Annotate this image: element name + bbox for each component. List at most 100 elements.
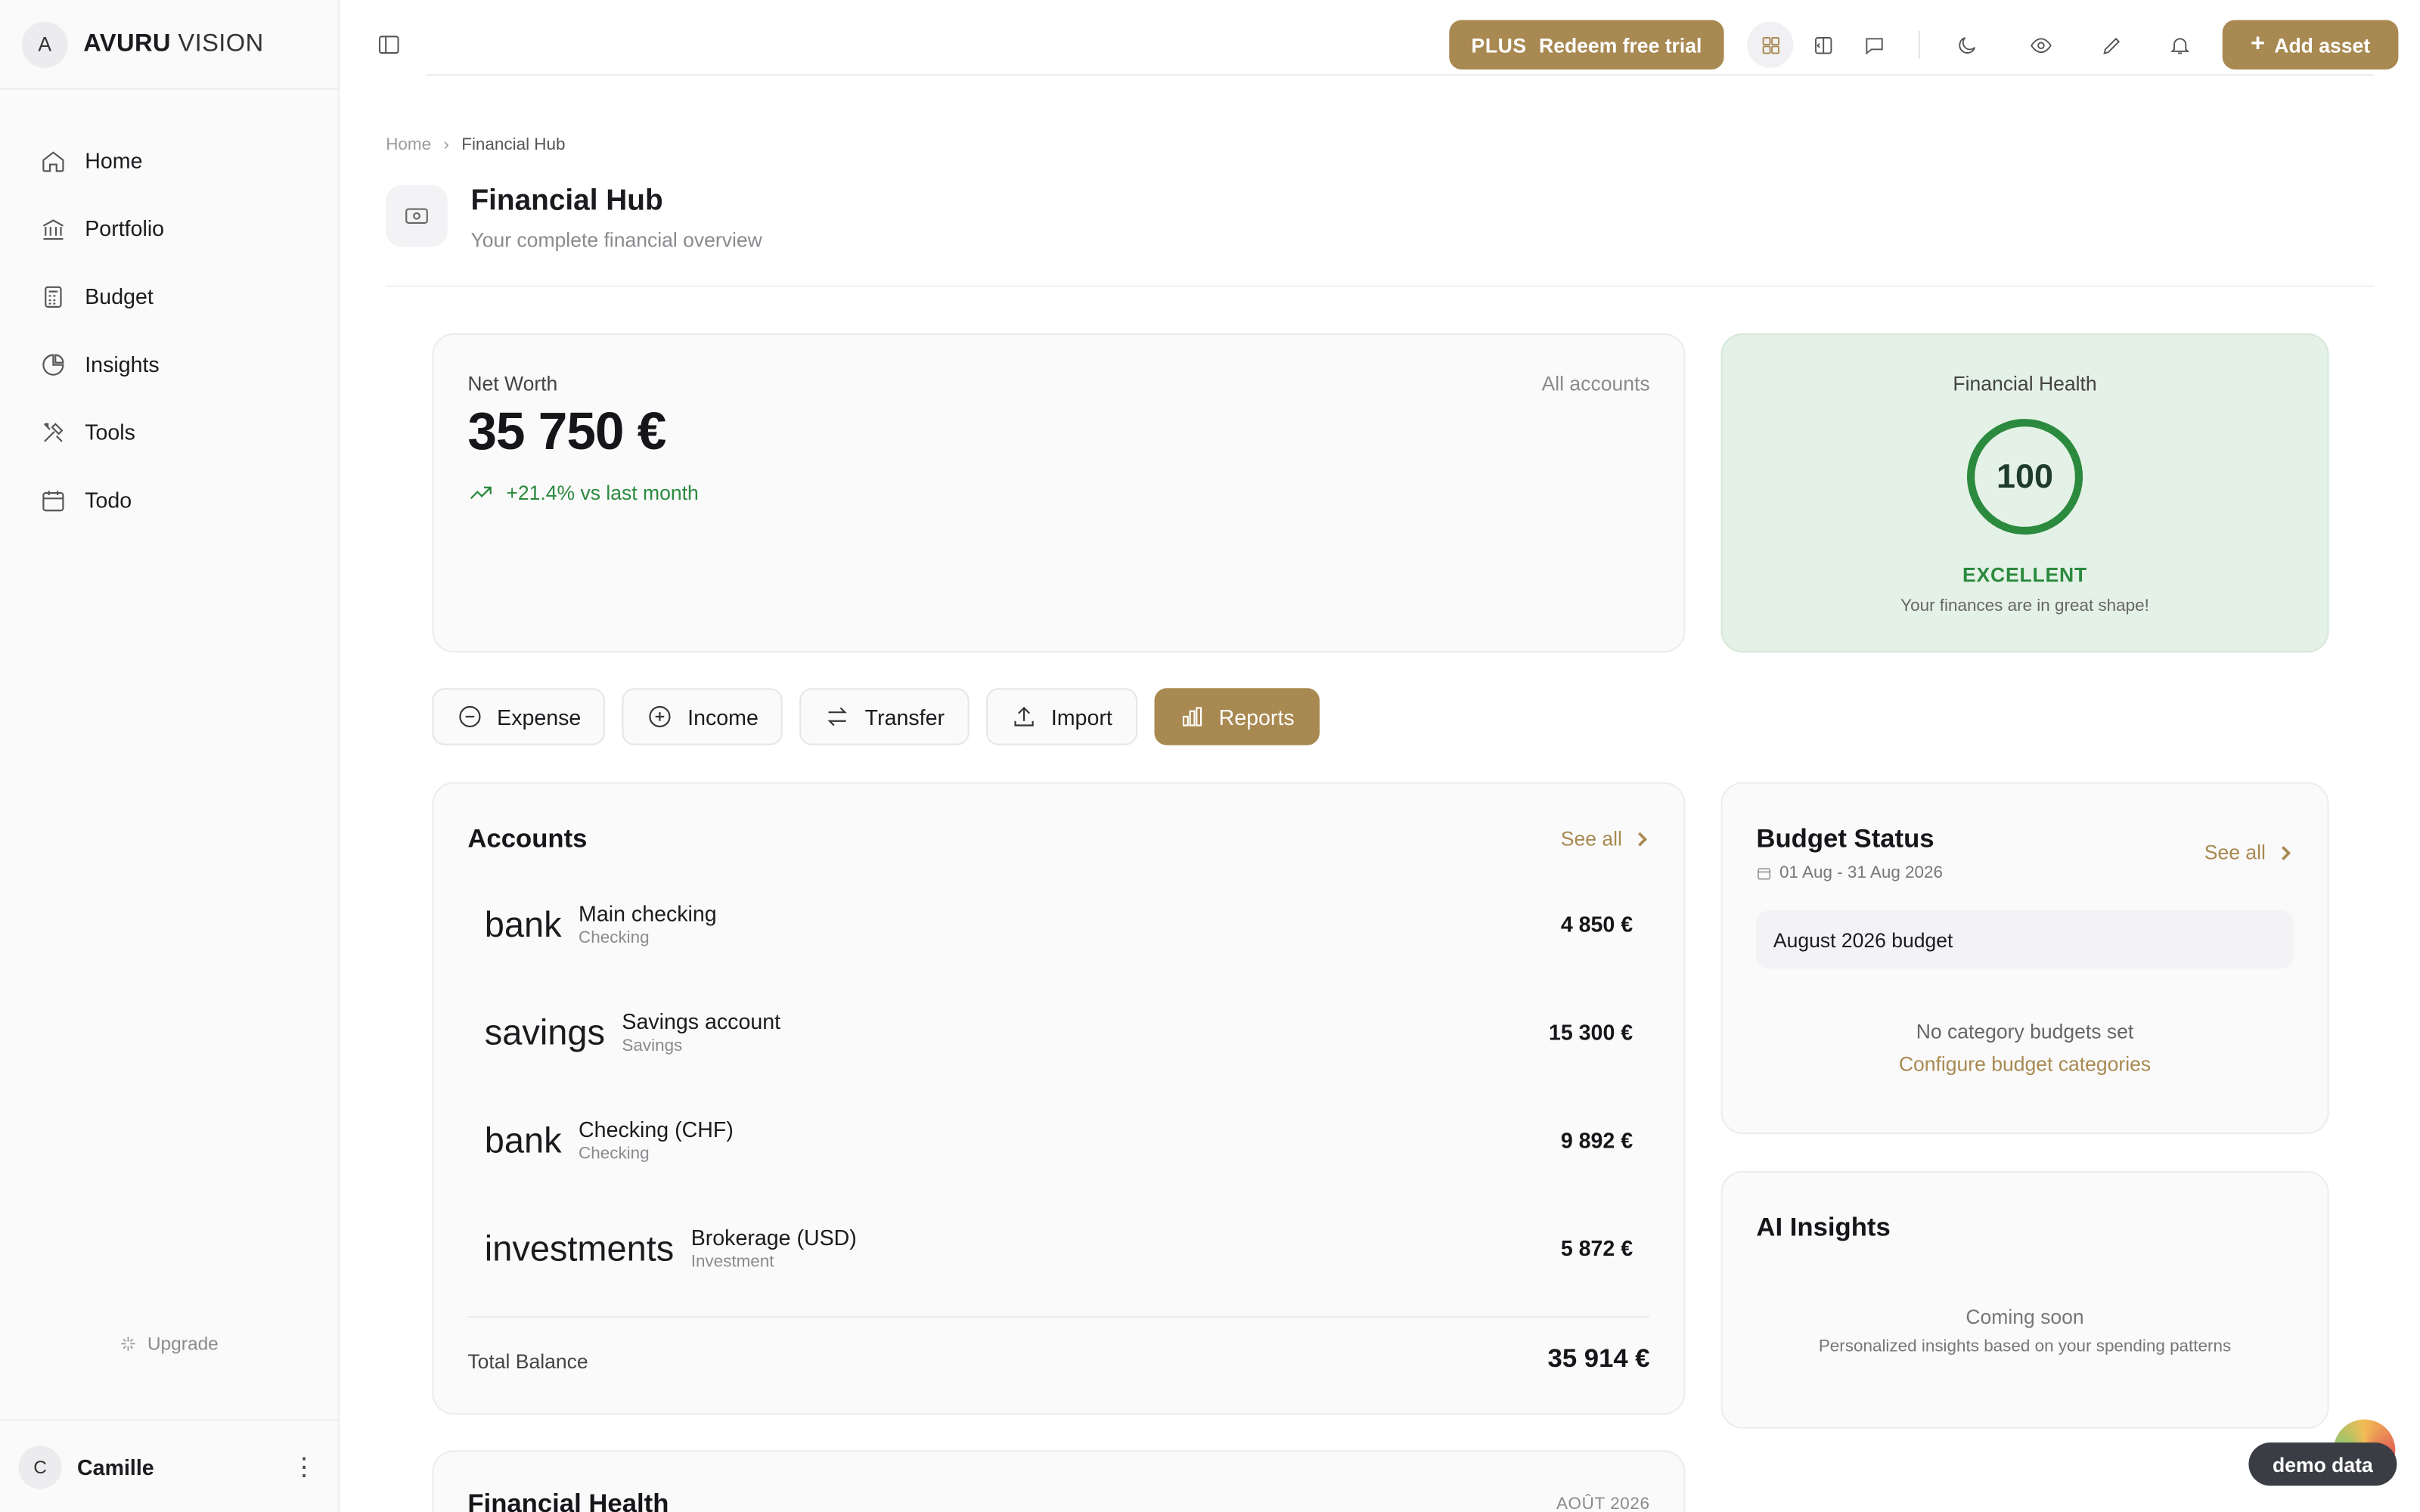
transfer-icon <box>828 707 848 727</box>
page-subtitle: Your complete financial overview <box>470 228 762 252</box>
chevron-right-icon: › <box>443 135 449 155</box>
budget-title: Budget Status <box>1756 823 1934 854</box>
expense-button[interactable]: Expense <box>432 688 606 745</box>
panel-view-button[interactable] <box>1800 22 1846 68</box>
account-icon: investments <box>484 1227 675 1268</box>
notifications-button[interactable] <box>2156 22 2202 68</box>
ai-description: Personalized insights based on your spen… <box>1818 1337 2232 1356</box>
financial-health-title: Financial Health <box>1953 371 2097 395</box>
grid-view-button[interactable] <box>1747 21 1794 68</box>
toolbar-divider <box>1918 30 1920 59</box>
net-worth-label: Net Worth <box>467 371 558 395</box>
account-row[interactable]: savings Savings account Savings 15 300 € <box>485 993 1633 1070</box>
account-name: Checking (CHF) <box>579 1117 734 1142</box>
chat-icon <box>1865 37 1882 54</box>
sidebar-nav: Home Portfolio Budget Insights Tools Tod… <box>0 89 338 534</box>
sidebar-toggle-button[interactable] <box>377 33 402 57</box>
accounts-scope[interactable]: All accounts <box>1542 372 1650 395</box>
sidebar-item-todo[interactable]: Todo <box>0 466 338 534</box>
upgrade-link[interactable]: Upgrade <box>0 1333 338 1355</box>
redeem-trial-button[interactable]: PLUS Redeem free trial <box>1449 20 1724 70</box>
account-icon: savings <box>484 1011 605 1052</box>
see-all-label: See all <box>2204 841 2266 864</box>
health-score: 100 <box>1996 457 2053 496</box>
account-amount: 15 300 € <box>1548 1019 1634 1045</box>
sidebar: A AVURU VISION Home Portfolio Budget Ins… <box>0 0 340 1512</box>
financial-health-section: Financial Health AOÛT 2026 <box>432 1450 1686 1512</box>
accounts-see-all-link[interactable]: See all <box>1561 827 1650 850</box>
edit-button[interactable] <box>2088 22 2134 68</box>
grid-icon <box>1761 36 1779 54</box>
sidebar-item-portfolio[interactable]: Portfolio <box>0 194 338 262</box>
calendar-icon <box>1758 868 1770 880</box>
budget-see-all-link[interactable]: See all <box>2204 841 2294 864</box>
plus-icon: + <box>2250 30 2266 57</box>
account-row[interactable]: bank Main checking Checking 4 850 € <box>485 885 1633 962</box>
theme-toggle-button[interactable] <box>1943 22 1989 68</box>
account-amount: 9 892 € <box>1560 1127 1634 1153</box>
income-button[interactable]: Income <box>622 688 783 745</box>
budget-selector[interactable]: August 2026 budget <box>1756 910 2294 969</box>
financial-health-section-title: Financial Health <box>467 1489 669 1512</box>
accounts-card: Accounts See all bank Main checking Chec… <box>432 782 1686 1415</box>
sparkle-icon <box>122 1337 136 1351</box>
brand-name-light: VISION <box>178 29 264 57</box>
pencil-icon <box>2102 36 2120 54</box>
add-asset-button[interactable]: + Add asset <box>2222 20 2399 70</box>
transfer-button[interactable]: Transfer <box>799 688 970 745</box>
sidebar-toggle-icon <box>379 36 399 54</box>
expense-label: Expense <box>497 704 582 730</box>
account-row[interactable]: investments Brokerage (USD) Investment 5… <box>485 1210 1633 1287</box>
brand-name-bold: AVURU <box>83 29 171 57</box>
accounts-divider <box>467 1315 1650 1318</box>
chevron-right-icon <box>1638 831 1648 846</box>
income-label: Income <box>687 704 759 730</box>
breadcrumb: Home › Financial Hub <box>386 136 565 154</box>
user-row[interactable]: C Camille ⋮ <box>0 1419 338 1512</box>
more-vertical-icon[interactable]: ⋮ <box>289 1451 320 1482</box>
user-name: Camille <box>77 1454 154 1479</box>
breadcrumb-home[interactable]: Home <box>386 136 431 154</box>
demo-data-badge[interactable]: demo data <box>2248 1442 2397 1486</box>
add-asset-label: Add asset <box>2274 33 2371 57</box>
brand[interactable]: A AVURU VISION <box>0 0 338 90</box>
sidebar-item-budget[interactable]: Budget <box>0 262 338 330</box>
health-description: Your finances are in great shape! <box>1900 596 2149 616</box>
reports-button[interactable]: Reports <box>1153 688 1320 745</box>
net-worth-card: Net Worth All accounts 35 750 € +21.4% v… <box>432 333 1686 653</box>
net-worth-trend: +21.4% vs last month <box>467 480 699 507</box>
reports-label: Reports <box>1218 704 1295 730</box>
account-name: Savings account <box>622 1009 781 1034</box>
header-divider <box>386 285 2374 287</box>
account-amount: 4 850 € <box>1560 912 1634 937</box>
panel-icon <box>1814 36 1832 54</box>
breadcrumb-current: Financial Hub <box>461 135 566 155</box>
sidebar-item-home[interactable]: Home <box>0 126 338 194</box>
account-icon: bank <box>484 1119 562 1160</box>
topbar-divider <box>426 73 2374 76</box>
quick-actions: Expense Income Transfer Import Reports <box>432 688 1320 745</box>
net-worth-trend-text: +21.4% vs last month <box>506 481 699 505</box>
chat-button[interactable] <box>1851 22 1897 68</box>
privacy-toggle-button[interactable] <box>2017 22 2063 68</box>
bank-icon <box>42 218 64 240</box>
total-balance-label: Total Balance <box>467 1349 588 1374</box>
sidebar-item-insights[interactable]: Insights <box>0 330 338 398</box>
sidebar-item-label: Insights <box>85 352 160 376</box>
account-row[interactable]: bank Checking (CHF) Checking 9 892 € <box>485 1101 1633 1179</box>
sidebar-item-label: Todo <box>85 487 132 513</box>
account-type: Checking <box>579 1145 650 1163</box>
sidebar-item-tools[interactable]: Tools <box>0 398 338 466</box>
moon-icon <box>1958 36 1975 53</box>
total-balance-value: 35 914 € <box>1547 1343 1650 1374</box>
configure-budget-link[interactable]: Configure budget categories <box>1723 1052 2328 1076</box>
sidebar-item-label: Budget <box>85 284 154 309</box>
budget-range-text: 01 Aug - 31 Aug 2026 <box>1779 863 1944 883</box>
budget-empty-text: No category budgets set <box>1916 1019 2134 1043</box>
workspace-avatar[interactable]: A <box>21 20 68 67</box>
eye-icon <box>2030 37 2051 53</box>
account-icon: bank <box>484 903 562 943</box>
import-button[interactable]: Import <box>986 688 1137 745</box>
see-all-label: See all <box>1560 826 1622 850</box>
account-amount: 5 872 € <box>1560 1235 1634 1261</box>
